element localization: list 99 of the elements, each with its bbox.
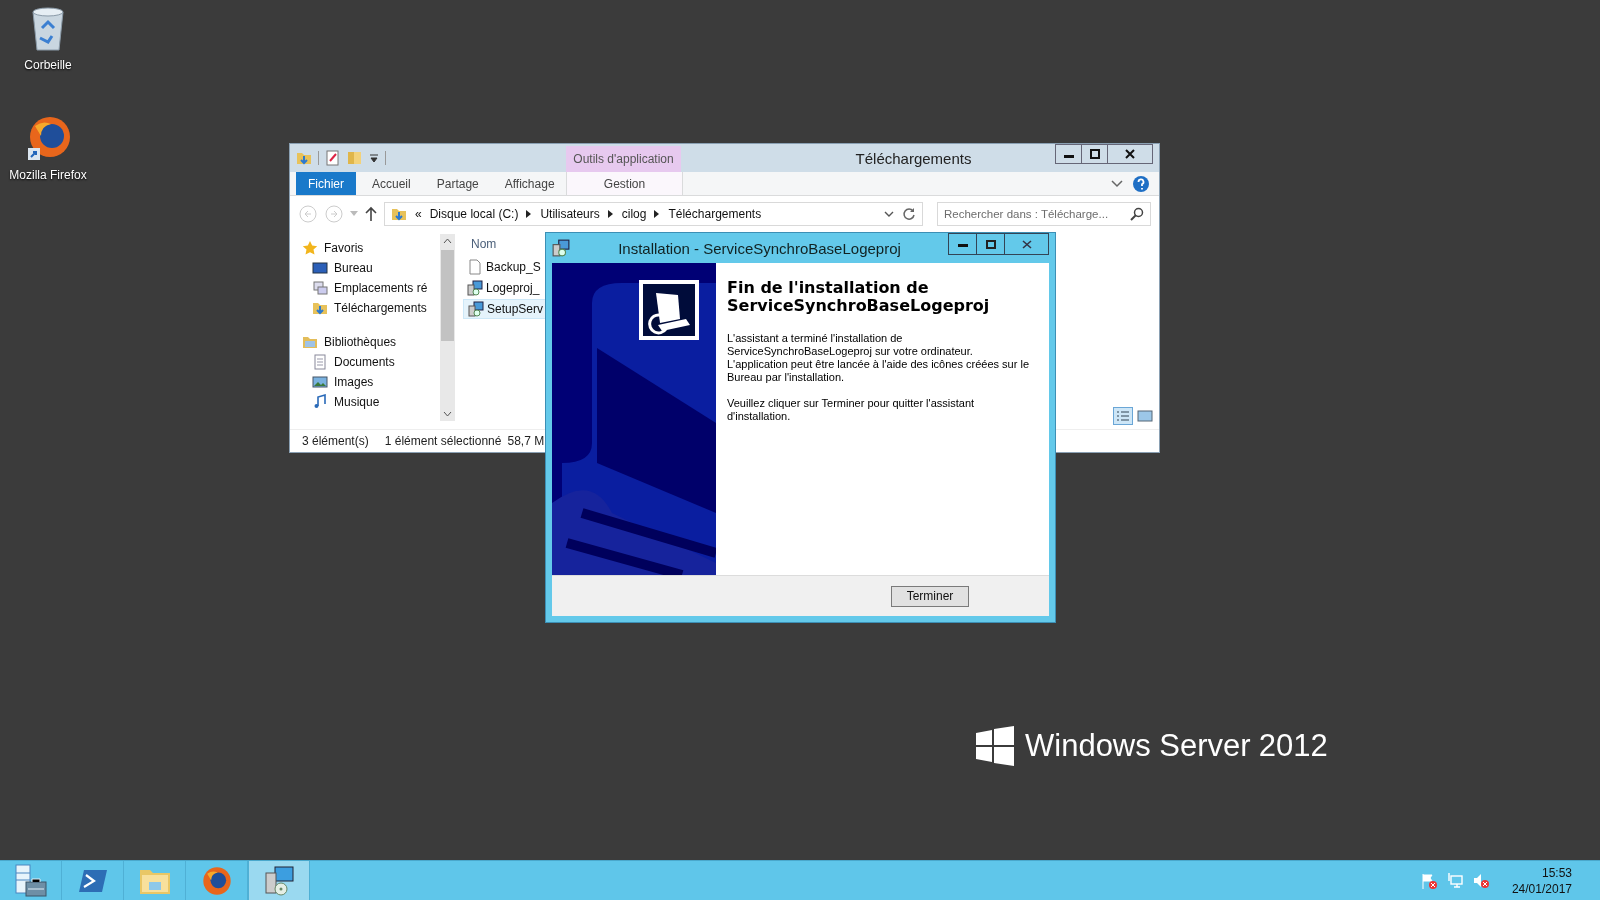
maximize-button[interactable] — [976, 233, 1005, 255]
dialog-text: Veuillez cliquer sur Terminer pour quitter l'assistant d'installation. — [727, 397, 976, 423]
nav-label[interactable]: Musique — [334, 395, 380, 409]
installer-computer-icon — [263, 864, 295, 897]
nav-label[interactable]: Documents — [334, 355, 395, 369]
search-field[interactable]: Rechercher dans : Télécharge... — [937, 202, 1151, 226]
star-icon — [302, 240, 318, 256]
installer-icon — [467, 280, 483, 296]
maximize-icon — [985, 239, 996, 249]
blank-file-icon — [467, 259, 483, 275]
dialog-heading: Fin de l'installation de ServiceSynchroBaseLogeproj — [727, 279, 991, 315]
help-icon[interactable] — [1133, 175, 1149, 192]
nav-label[interactable]: Téléchargements — [334, 301, 427, 315]
taskbar-button[interactable] — [248, 861, 310, 900]
brand-version: 2012 — [1258, 728, 1328, 764]
minimize-button[interactable] — [1055, 144, 1082, 164]
up-arrow-icon[interactable] — [364, 206, 378, 222]
file-row[interactable]: SetupServ — [463, 299, 547, 319]
dialog-text: L'assistant a terminé l'installation de ServiceSynchroBaseLogeproj sur votre ordinateur. — [727, 332, 974, 358]
firefox-icon — [201, 865, 232, 896]
properties-icon[interactable] — [325, 150, 341, 166]
breadcrumb-item[interactable]: Disque local (C:) — [429, 207, 519, 221]
document-icon — [312, 354, 328, 370]
close-icon — [1021, 239, 1032, 249]
desktop-icon-label[interactable]: Corbeille — [24, 58, 72, 72]
nav-label[interactable]: Favoris — [324, 241, 364, 255]
nav-label[interactable]: Bureau — [334, 261, 373, 275]
dialog-text: L'application peut être lancée à l'aide des icônes créées sur le Bureau par l'installation. — [727, 358, 1030, 384]
maximize-icon — [1089, 149, 1100, 159]
desktop-icon — [312, 260, 328, 276]
refresh-icon[interactable] — [902, 207, 916, 221]
nav-item[interactable]: Téléchargements — [302, 298, 440, 318]
finish-button[interactable]: Terminer — [891, 585, 969, 607]
ribbon-tab[interactable]: Accueil — [362, 172, 421, 195]
folder-icon — [391, 206, 407, 222]
ribbon-tab[interactable]: Partage — [426, 172, 489, 195]
windows-logo-icon — [975, 726, 1015, 766]
thumbnails-view-icon[interactable] — [1137, 409, 1153, 423]
ribbon-tab[interactable]: Affichage — [494, 172, 565, 195]
desktop-icon-label[interactable]: Mozilla Firefox — [9, 168, 87, 182]
close-button[interactable] — [1107, 144, 1153, 164]
downloads-folder-icon — [312, 300, 328, 316]
history-dropdown-icon[interactable] — [884, 210, 894, 218]
contextual-tab-group: Outils d'application — [566, 146, 681, 172]
brand-name: Windows Server — [1025, 728, 1251, 764]
status-text: 1 élément sélectionné — [384, 434, 502, 448]
picture-icon — [312, 374, 328, 390]
folder-icon[interactable] — [296, 150, 312, 166]
expand-ribbon-icon[interactable] — [1111, 179, 1123, 188]
scroll-up-icon[interactable] — [443, 238, 452, 244]
clock-time[interactable]: 15:53 — [1541, 864, 1572, 881]
file-name[interactable]: SetupServ — [487, 302, 544, 316]
nav-item[interactable]: Bibliothèques — [302, 332, 440, 352]
nav-item[interactable]: Favoris — [302, 238, 440, 258]
powershell-icon — [77, 868, 108, 893]
file-row[interactable]: Logeproj_ — [463, 278, 551, 298]
close-button[interactable] — [1004, 233, 1049, 255]
window-title: Téléchargements — [854, 149, 973, 167]
nav-item[interactable]: Documents — [302, 352, 440, 372]
nav-item[interactable]: Bureau — [302, 258, 440, 278]
nav-label[interactable]: Bibliothèques — [324, 335, 397, 349]
firefox-icon[interactable] — [25, 116, 71, 162]
close-icon — [1125, 149, 1135, 159]
flag-warning-icon[interactable] — [1419, 871, 1438, 890]
server-toolbox-icon — [13, 863, 48, 898]
ribbon-tab[interactable]: Gestion — [567, 172, 682, 195]
separator-arrow-icon[interactable] — [654, 210, 661, 218]
separator-arrow-icon[interactable] — [526, 210, 533, 218]
network-places-icon — [312, 280, 328, 296]
file-row[interactable]: Backup_S — [463, 257, 551, 277]
search-icon[interactable] — [1130, 207, 1144, 221]
clock-date[interactable]: 24/01/2017 — [1511, 880, 1572, 897]
breadcrumb-item[interactable]: cilog — [621, 207, 647, 221]
library-icon — [302, 334, 318, 350]
maximize-button[interactable] — [1081, 144, 1108, 164]
dialog-title: Installation - ServiceSynchroBaseLogeproj — [617, 239, 902, 257]
installer-computer-icon — [638, 279, 700, 341]
clock[interactable]: 15:53 24/01/2017 — [1511, 861, 1600, 900]
file-name[interactable]: Logeproj_ — [486, 281, 540, 295]
breadcrumb-item[interactable]: Téléchargements — [668, 207, 762, 221]
scroll-down-icon[interactable] — [443, 411, 452, 417]
minimize-button[interactable] — [948, 233, 977, 255]
nav-item[interactable]: Emplacements ré — [302, 278, 440, 298]
scrollbar[interactable] — [440, 234, 455, 421]
nav-label[interactable]: Images — [334, 375, 374, 389]
overflow-mark[interactable]: « — [415, 207, 422, 221]
file-name[interactable]: Backup_S — [486, 260, 541, 274]
installer-icon[interactable] — [552, 239, 570, 257]
music-note-icon — [312, 394, 328, 410]
breadcrumb-item[interactable]: Utilisateurs — [540, 207, 600, 221]
status-text: 58,7 M — [507, 434, 545, 448]
nav-item[interactable]: Musique — [302, 392, 440, 412]
separator-arrow-icon[interactable] — [607, 210, 614, 218]
dropdown-icon[interactable] — [369, 153, 379, 163]
status-text: 3 élément(s) — [302, 434, 369, 448]
installer-icon — [468, 301, 484, 317]
nav-label[interactable]: Emplacements ré — [334, 281, 428, 295]
nav-item[interactable]: Images — [302, 372, 440, 392]
address-bar[interactable]: « Disque local (C:) Utilisateurs cilog Téléchargements — [384, 202, 923, 226]
